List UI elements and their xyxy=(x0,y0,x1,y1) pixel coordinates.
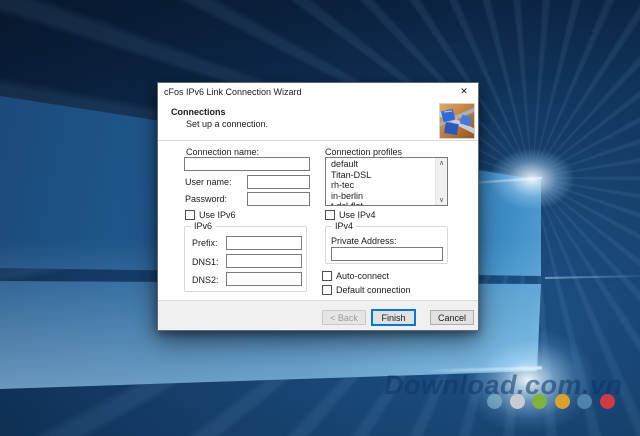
dns1-label: DNS1: xyxy=(192,257,219,267)
ipv4-group: IPv4 Private Address: xyxy=(325,226,448,264)
connection-name-label: Connection name: xyxy=(186,147,259,157)
use-ipv6-checkbox[interactable]: Use IPv6 xyxy=(185,210,236,220)
dns2-input[interactable] xyxy=(226,272,302,286)
ipv6-group: IPv6 Prefix: DNS1: DNS2: xyxy=(184,226,307,292)
profile-item[interactable]: Titan-DSL xyxy=(326,170,435,181)
connection-profiles-label: Connection profiles xyxy=(325,147,402,157)
watermark-text: Download.com.vn xyxy=(384,370,634,401)
wizard-dialog: cFos IPv6 Link Connection Wizard ✕ Conne… xyxy=(157,82,479,331)
scroll-up-icon[interactable]: ∧ xyxy=(436,158,447,168)
use-ipv4-checkbox[interactable]: Use IPv4 xyxy=(325,210,376,220)
profiles-scrollbar[interactable]: ∧ ∨ xyxy=(435,158,447,205)
use-ipv4-label: Use IPv4 xyxy=(339,210,376,220)
private-address-label: Private Address: xyxy=(331,236,397,246)
watermark-dot-1 xyxy=(487,394,502,409)
watermark-dot-2 xyxy=(510,394,525,409)
default-connection-label: Default connection xyxy=(336,285,411,295)
dns1-input[interactable] xyxy=(226,254,302,268)
auto-connect-label: Auto-connect xyxy=(336,271,389,281)
ipv6-group-legend: IPv6 xyxy=(191,221,215,231)
watermark-dot-3 xyxy=(532,394,547,409)
private-address-input[interactable] xyxy=(331,247,443,261)
desktop: Download.com.vn cFos IPv6 Link Connectio… xyxy=(0,0,640,436)
prefix-input[interactable] xyxy=(226,236,302,250)
profile-item[interactable]: default xyxy=(326,159,435,170)
watermark-dot-5 xyxy=(577,394,592,409)
wizard-header-image xyxy=(439,103,475,139)
close-icon: ✕ xyxy=(460,86,468,97)
watermark-dot-6 xyxy=(600,394,615,409)
default-connection-checkbox[interactable]: Default connection xyxy=(322,285,411,295)
auto-connect-checkbox[interactable]: Auto-connect xyxy=(322,271,389,281)
profile-item[interactable]: t-dsl-flat xyxy=(326,201,435,205)
back-button[interactable]: < Back xyxy=(322,310,366,325)
dns2-label: DNS2: xyxy=(192,275,219,285)
wizard-step-subtitle: Set up a connection. xyxy=(186,119,268,129)
finish-button[interactable]: Finish xyxy=(371,309,416,326)
header-separator xyxy=(158,140,478,141)
scroll-down-icon[interactable]: ∨ xyxy=(436,195,447,205)
ipv4-group-legend: IPv4 xyxy=(332,221,356,231)
cancel-button[interactable]: Cancel xyxy=(430,310,474,325)
connection-profiles-list[interactable]: default Titan-DSL rh-tec in-berlin t-dsl… xyxy=(325,157,448,206)
profiles-items: default Titan-DSL rh-tec in-berlin t-dsl… xyxy=(326,159,435,205)
use-ipv6-label: Use IPv6 xyxy=(199,210,236,220)
user-name-input[interactable] xyxy=(247,175,310,189)
profile-item[interactable]: in-berlin xyxy=(326,191,435,202)
checkbox-box xyxy=(185,210,195,220)
logo-corner-glow xyxy=(472,136,592,222)
window-title: cFos IPv6 Link Connection Wizard xyxy=(164,87,302,97)
user-name-label: User name: xyxy=(185,177,232,187)
profile-item[interactable]: rh-tec xyxy=(326,180,435,191)
password-label: Password: xyxy=(185,194,227,204)
checkbox-box xyxy=(322,285,332,295)
close-button[interactable]: ✕ xyxy=(450,83,478,99)
prefix-label: Prefix: xyxy=(192,238,218,248)
checkbox-box xyxy=(322,271,332,281)
watermark-dot-4 xyxy=(555,394,570,409)
password-input[interactable] xyxy=(247,192,310,206)
checkbox-box xyxy=(325,210,335,220)
wizard-step-title: Connections xyxy=(171,107,226,117)
connection-name-input[interactable] xyxy=(184,157,310,171)
